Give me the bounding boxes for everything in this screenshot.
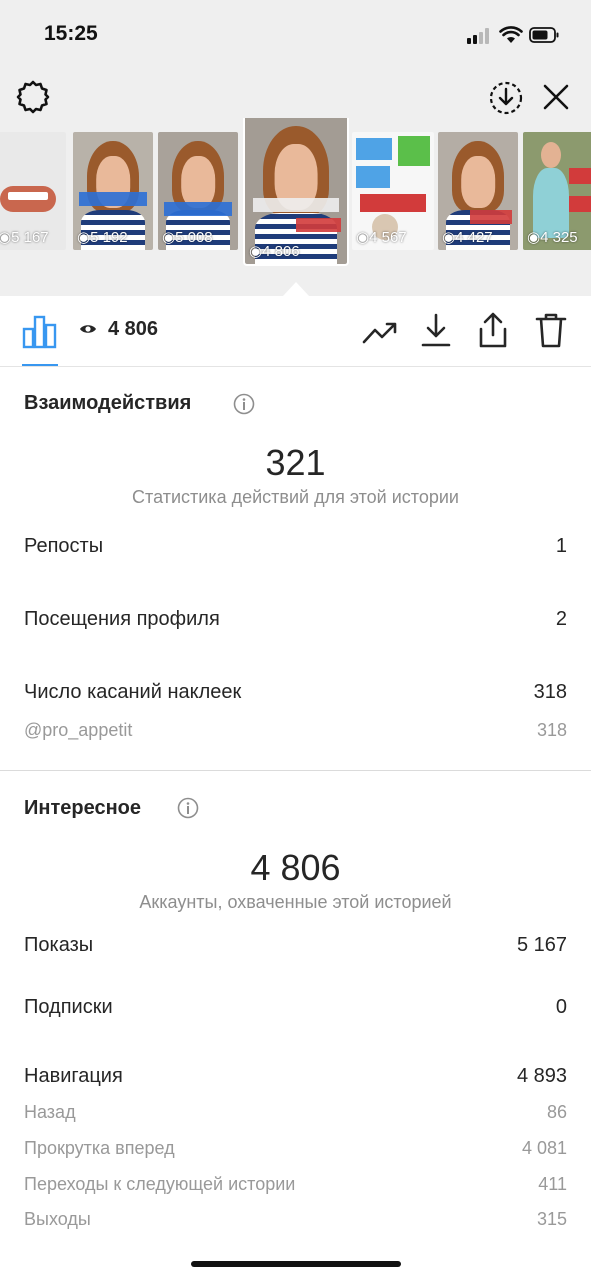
story-thumbnail[interactable]: ◉4 567	[352, 132, 434, 250]
row-value-profile-visits: 2	[555, 608, 567, 630]
nav-next-story-value: 411	[538, 1174, 567, 1194]
story-thumbnail[interactable]: ◉5 167	[0, 132, 66, 250]
signal-icon	[467, 28, 493, 44]
row-label-reposts: Репосты	[24, 535, 104, 557]
info-icon[interactable]	[177, 797, 199, 819]
home-indicator[interactable]	[191, 1261, 401, 1267]
story-views: ◉4 325	[527, 229, 578, 246]
reach-subtitle: Аккаунты, охваченные этой историей	[139, 892, 452, 912]
section-divider	[0, 770, 591, 771]
nav-exits-value: 315	[536, 1209, 567, 1229]
battery-icon	[529, 27, 559, 43]
nav-back-label: Назад	[24, 1102, 76, 1122]
story-thumbnail[interactable]: ◉5 192	[73, 132, 153, 250]
row-value-navigation: 4 893	[516, 1065, 567, 1087]
interactions-total: 321	[265, 442, 326, 483]
row-label-sticker-taps: Число касаний наклеек	[24, 681, 242, 703]
story-thumbnail[interactable]: ◉4 427	[438, 132, 518, 250]
toolbar-views-count: 4 806	[108, 318, 159, 340]
row-value-reposts: 1	[555, 535, 567, 557]
story-views: ◉4 806	[249, 243, 300, 260]
reach-total: 4 806	[250, 847, 341, 888]
eye-icon	[80, 325, 96, 333]
download-icon[interactable]	[420, 312, 452, 348]
interactions-subtitle: Статистика действий для этой истории	[132, 487, 459, 507]
row-value-sticker-taps: 318	[533, 681, 567, 703]
info-icon[interactable]	[233, 393, 255, 415]
sticker-mention-label: @pro_appetit	[24, 720, 133, 740]
nav-forward-label: Прокрутка вперед	[24, 1138, 175, 1158]
story-views: ◉5 008	[162, 229, 213, 246]
story-views: ◉5 167	[0, 229, 49, 246]
active-story-pointer	[283, 282, 309, 296]
nav-back-value: 86	[546, 1102, 567, 1122]
row-value-impressions: 5 167	[516, 934, 567, 956]
trash-icon[interactable]	[534, 311, 568, 349]
row-label-follows: Подписки	[24, 996, 113, 1018]
row-label-profile-visits: Посещения профиля	[24, 608, 220, 630]
story-views: ◉5 192	[77, 229, 128, 246]
share-icon[interactable]	[476, 311, 510, 349]
close-icon[interactable]	[541, 82, 571, 112]
nav-forward-value: 4 081	[521, 1138, 567, 1158]
story-views: ◉4 567	[356, 229, 407, 246]
row-label-impressions: Показы	[24, 934, 94, 956]
status-time: 15:25	[44, 22, 98, 45]
sticker-mention-value: 318	[536, 720, 567, 740]
trending-icon[interactable]	[362, 318, 398, 346]
nav-next-story-label: Переходы к следующей истории	[24, 1174, 296, 1194]
active-tab-indicator	[22, 364, 58, 366]
insights-bar-chart-icon[interactable]	[22, 313, 58, 349]
save-download-circle-icon[interactable]	[488, 80, 524, 116]
wifi-icon	[499, 26, 523, 43]
settings-gear-icon[interactable]	[16, 80, 50, 114]
story-thumbnail-active[interactable]: ◉4 806	[243, 118, 349, 266]
story-views: ◉4 427	[442, 229, 493, 246]
nav-exits-label: Выходы	[24, 1209, 91, 1229]
discovery-title: Интересное	[24, 797, 141, 819]
interactions-title: Взаимодействия	[24, 392, 192, 414]
status-bar: 15:25	[0, 0, 591, 70]
row-label-navigation: Навигация	[24, 1065, 123, 1087]
story-thumbnail-strip[interactable]: ◉5 167 ◉5 192 ◉5 008 ◉4 806 ◉4 567 ◉4 42…	[0, 118, 591, 278]
story-thumbnail[interactable]: ◉4 325	[523, 132, 591, 250]
row-value-follows: 0	[555, 996, 567, 1018]
story-thumbnail[interactable]: ◉5 008	[158, 132, 238, 250]
